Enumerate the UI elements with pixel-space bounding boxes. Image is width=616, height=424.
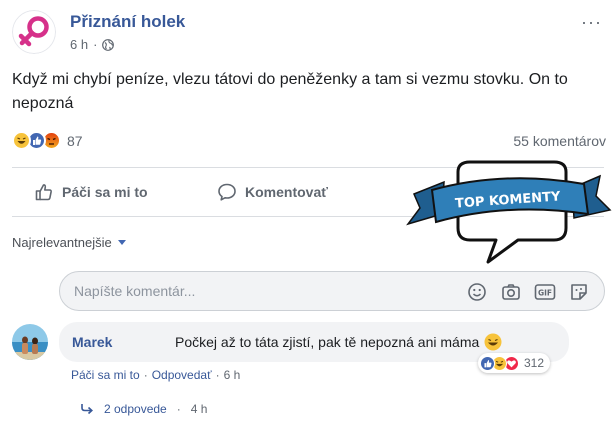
commenter-avatar[interactable] [12,324,48,360]
page-name[interactable]: Přiznání holek [70,12,185,32]
comment-button[interactable]: Komentovať [217,170,328,214]
laughing-emoji-icon [484,333,502,351]
comment-like-link[interactable]: Páči sa mi to [71,368,140,382]
more-options-icon[interactable]: ··· [581,12,602,33]
caret-down-icon [117,240,126,245]
post-text: Když mi chybí peníze, vlezu tátovi do pe… [12,71,568,112]
comment-bubble-icon [218,183,236,201]
comment-time[interactable]: 6 h [224,368,241,382]
gif-icon[interactable]: GIF [534,281,556,303]
comment-reactions[interactable]: 312 [478,353,551,373]
comment-label: Komentovať [245,184,328,200]
comment-sort-dropdown[interactable]: Najrelevantnejšie [12,235,126,250]
comment-reaction-count: 312 [524,356,545,370]
comment-text: Počkej až to táta zjistí, pak tě nepozná… [175,333,502,351]
like-label: Páči sa mi to [62,184,148,200]
emoji-icon[interactable] [466,281,488,303]
replies-count: 2 odpovede [104,402,167,416]
venus-logo-icon [12,10,56,54]
sort-label: Najrelevantnejšie [12,235,112,250]
comment-body: Počkej až to táta zjistí, pak tě nepozná… [175,334,480,350]
comment-composer[interactable]: GIF [59,271,605,311]
view-replies-link[interactable]: 2 odpovede · 4 h [80,402,207,416]
comment-reply-link[interactable]: Odpovedať [152,368,212,382]
svg-text:GIF: GIF [538,289,552,298]
comment-input[interactable] [74,281,454,301]
post-reactions[interactable]: 87 [12,131,83,150]
comment-author[interactable]: Marek [72,334,112,350]
comment-actions: Páči sa mi to · Odpovedať · 6 h [71,368,241,382]
post-time[interactable]: 6 h [70,37,88,52]
like-icon [480,355,495,371]
post-header: Přiznání holek 6 h · ··· [12,10,602,58]
comments-count[interactable]: 55 komentárov [513,133,606,149]
replies-time: 4 h [190,402,208,416]
camera-icon[interactable] [500,281,522,303]
commenter-photo [12,324,48,360]
page-avatar[interactable] [12,10,56,54]
thumbs-up-icon [35,184,52,201]
top-komenty-banner: TOP KOMENTY [406,160,612,264]
globe-icon [102,38,115,51]
like-button[interactable]: Páči sa mi to [34,170,148,214]
post-meta: 6 h · [70,37,115,52]
haha-icon [12,131,31,150]
reaction-count: 87 [67,132,83,149]
sticker-icon[interactable] [568,281,590,303]
reply-arrow-icon [81,404,93,415]
